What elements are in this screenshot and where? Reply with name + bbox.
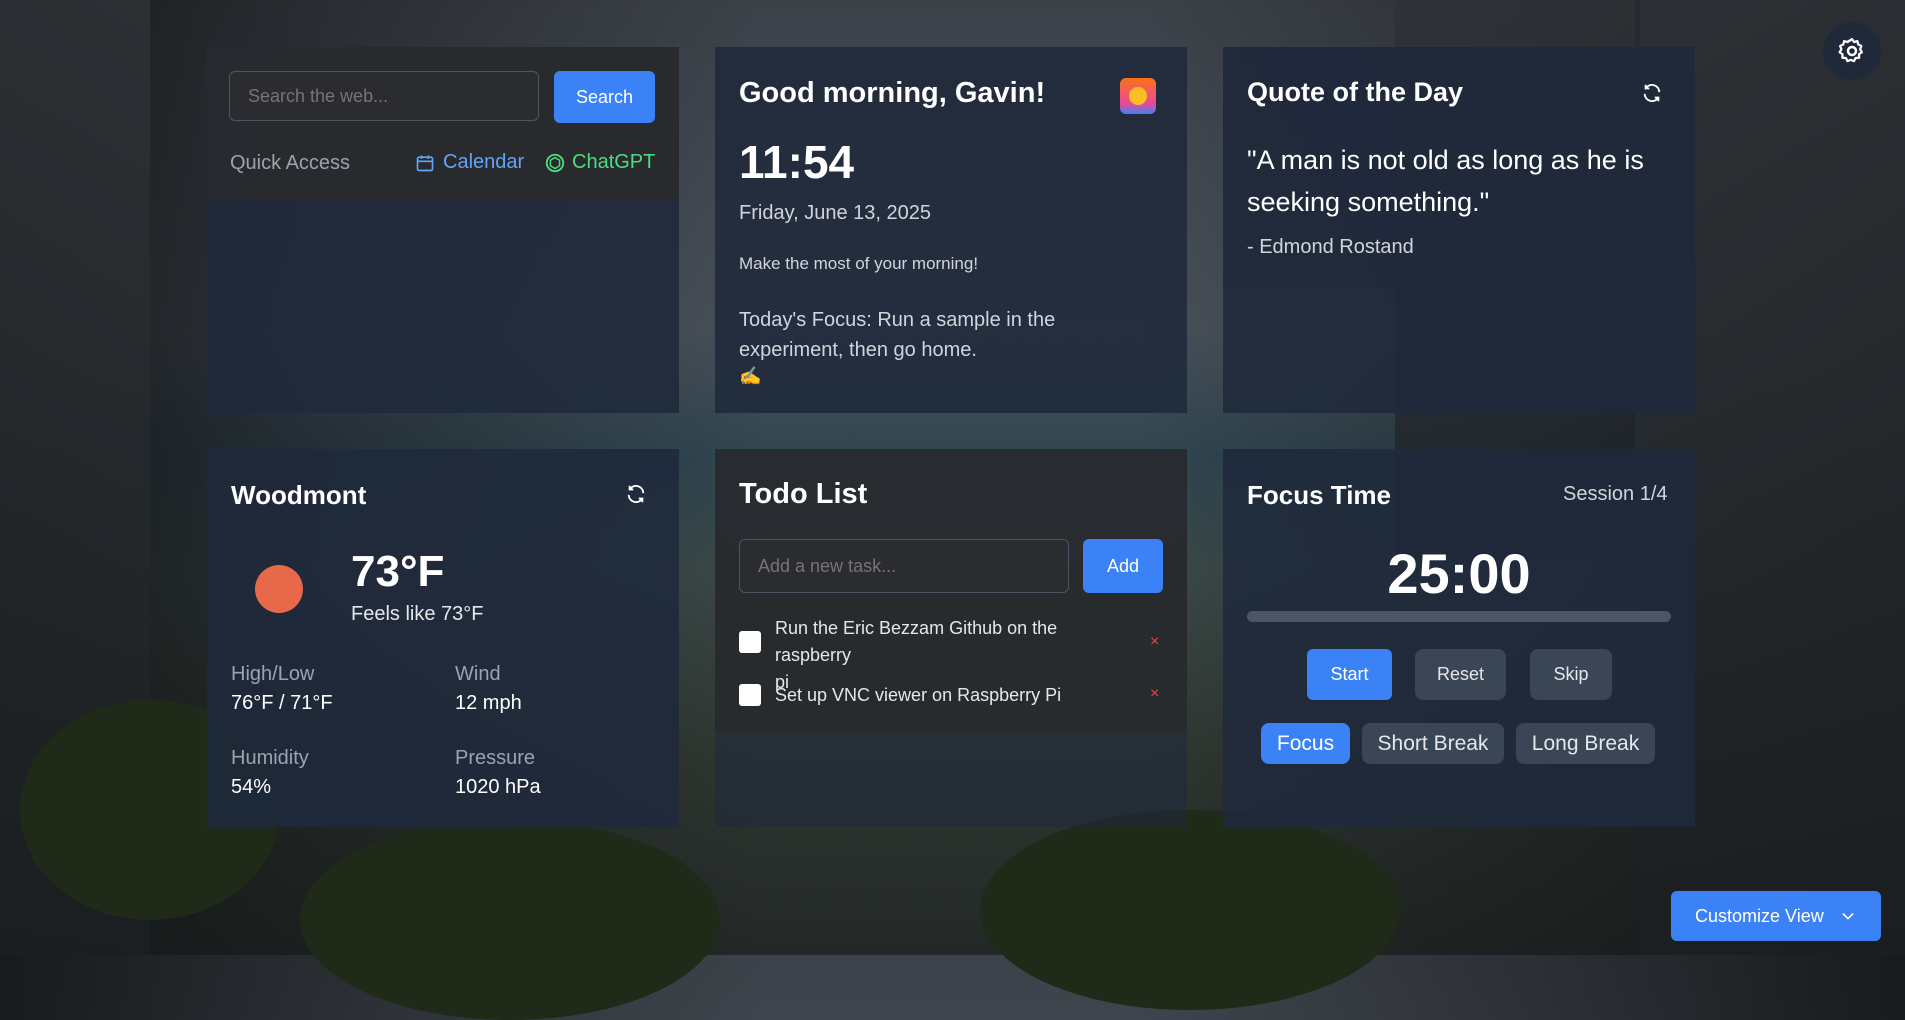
add-task-button[interactable]: Add	[1083, 539, 1163, 593]
wind-value: 12 mph	[455, 692, 522, 714]
task-checkbox[interactable]	[739, 631, 761, 653]
weather-card: Woodmont 73°F Feels like 73°F High/Low 7…	[207, 449, 679, 827]
quick-link-chatgpt[interactable]: ChatGPT	[544, 151, 655, 174]
pressure-label: Pressure	[455, 747, 536, 769]
high-low-value: 76°F / 71°F	[231, 692, 333, 714]
quick-link-calendar[interactable]: Calendar	[415, 151, 524, 174]
search-card: Search Quick Access Calendar ChatGPT	[207, 47, 679, 413]
settings-button[interactable]	[1823, 22, 1881, 80]
wind-label: Wind	[455, 663, 501, 685]
sunny-icon	[255, 565, 303, 613]
mode-focus-button[interactable]: Focus	[1261, 723, 1350, 764]
calendar-link-label: Calendar	[443, 151, 525, 173]
quote-line-1: "A man is not old as long as he is	[1247, 145, 1644, 175]
task-checkbox[interactable]	[739, 684, 761, 706]
refresh-weather-button[interactable]	[622, 480, 650, 508]
quote-author: - Edmond Rostand	[1247, 236, 1414, 258]
feels-like: Feels like 73°F	[351, 603, 484, 625]
focus-line-1: Today's Focus: Run a sample in the	[739, 309, 1056, 331]
todays-focus: Today's Focus: Run a sample in the exper…	[739, 305, 1055, 387]
start-button[interactable]: Start	[1307, 649, 1392, 700]
chatgpt-link-label: ChatGPT	[572, 151, 656, 173]
current-date: Friday, June 13, 2025	[739, 202, 931, 224]
todo-card: Todo List Add Run the Eric Bezzam Github…	[715, 449, 1187, 733]
todo-title: Todo List	[739, 478, 868, 510]
humidity-value: 54%	[231, 776, 272, 798]
search-input[interactable]	[229, 71, 539, 121]
task-text-line-1: Run the Eric Bezzam Github on the raspbe…	[775, 618, 1058, 665]
customize-view-label: Customize View	[1695, 905, 1824, 926]
chevron-down-icon	[1842, 913, 1854, 920]
calendar-icon	[416, 155, 434, 171]
timer-display: 25:00	[1387, 542, 1531, 605]
weather-location: Woodmont	[231, 480, 367, 510]
refresh-quote-button[interactable]	[1638, 79, 1666, 107]
high-low-label: High/Low	[231, 663, 315, 685]
session-counter: Session 1/4	[1563, 483, 1668, 505]
quote-title: Quote of the Day	[1247, 77, 1464, 107]
current-time: 11:54	[739, 136, 855, 188]
refresh-icon	[627, 485, 645, 503]
skip-button[interactable]: Skip	[1530, 649, 1612, 700]
greeting-title: Good morning, Gavin!	[739, 77, 1046, 109]
greeting-card: Good morning, Gavin! 11:54 Friday, June …	[715, 47, 1187, 413]
search-button[interactable]: Search	[554, 71, 655, 123]
delete-task-button[interactable]: ×	[1150, 633, 1159, 651]
mode-long-break-button[interactable]: Long Break	[1516, 723, 1655, 764]
background-tree	[980, 810, 1400, 1010]
gear-icon	[1838, 38, 1863, 63]
mode-short-break-button[interactable]: Short Break	[1362, 723, 1504, 764]
focus-title: Focus Time	[1247, 480, 1392, 510]
refresh-icon	[1643, 84, 1661, 102]
search-panel: Search Quick Access Calendar ChatGPT	[207, 47, 679, 202]
pressure-value: 1020 hPa	[455, 776, 541, 798]
humidity-label: Humidity	[231, 747, 309, 769]
task-text: Set up VNC viewer on Raspberry Pi	[775, 685, 1062, 705]
chatgpt-icon	[545, 153, 565, 172]
quote-text: "A man is not old as long as he is seeki…	[1247, 139, 1644, 223]
writing-hand-emoji: ✍️	[739, 366, 762, 386]
delete-task-button[interactable]: ×	[1150, 685, 1159, 703]
focus-timer-card: Focus Time Session 1/4 25:00 Start Reset…	[1223, 449, 1695, 827]
customize-view-button[interactable]: Customize View	[1671, 891, 1881, 941]
focus-line-2: experiment, then go home.	[739, 339, 977, 361]
sunrise-icon	[1120, 78, 1156, 114]
quick-access-label: Quick Access	[230, 152, 351, 174]
timer-progress-bar	[1247, 611, 1671, 622]
background-tree	[300, 820, 720, 1020]
quote-card: Quote of the Day "A man is not old as lo…	[1223, 47, 1695, 287]
sun-glyph	[1129, 87, 1147, 105]
quote-line-2: seeking something."	[1247, 187, 1490, 217]
greeting-message: Make the most of your morning!	[739, 254, 979, 273]
reset-button[interactable]: Reset	[1415, 649, 1506, 700]
new-task-input[interactable]	[739, 539, 1069, 593]
current-temperature: 73°F	[351, 547, 445, 596]
